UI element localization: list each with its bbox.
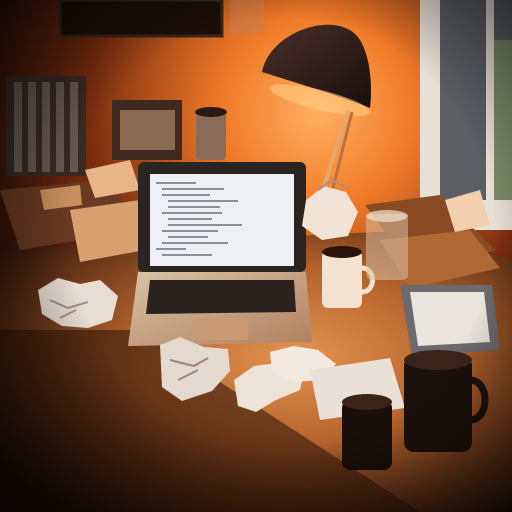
desk-photo — [0, 0, 512, 512]
photo-canvas — [0, 0, 512, 512]
vignette — [0, 0, 512, 512]
